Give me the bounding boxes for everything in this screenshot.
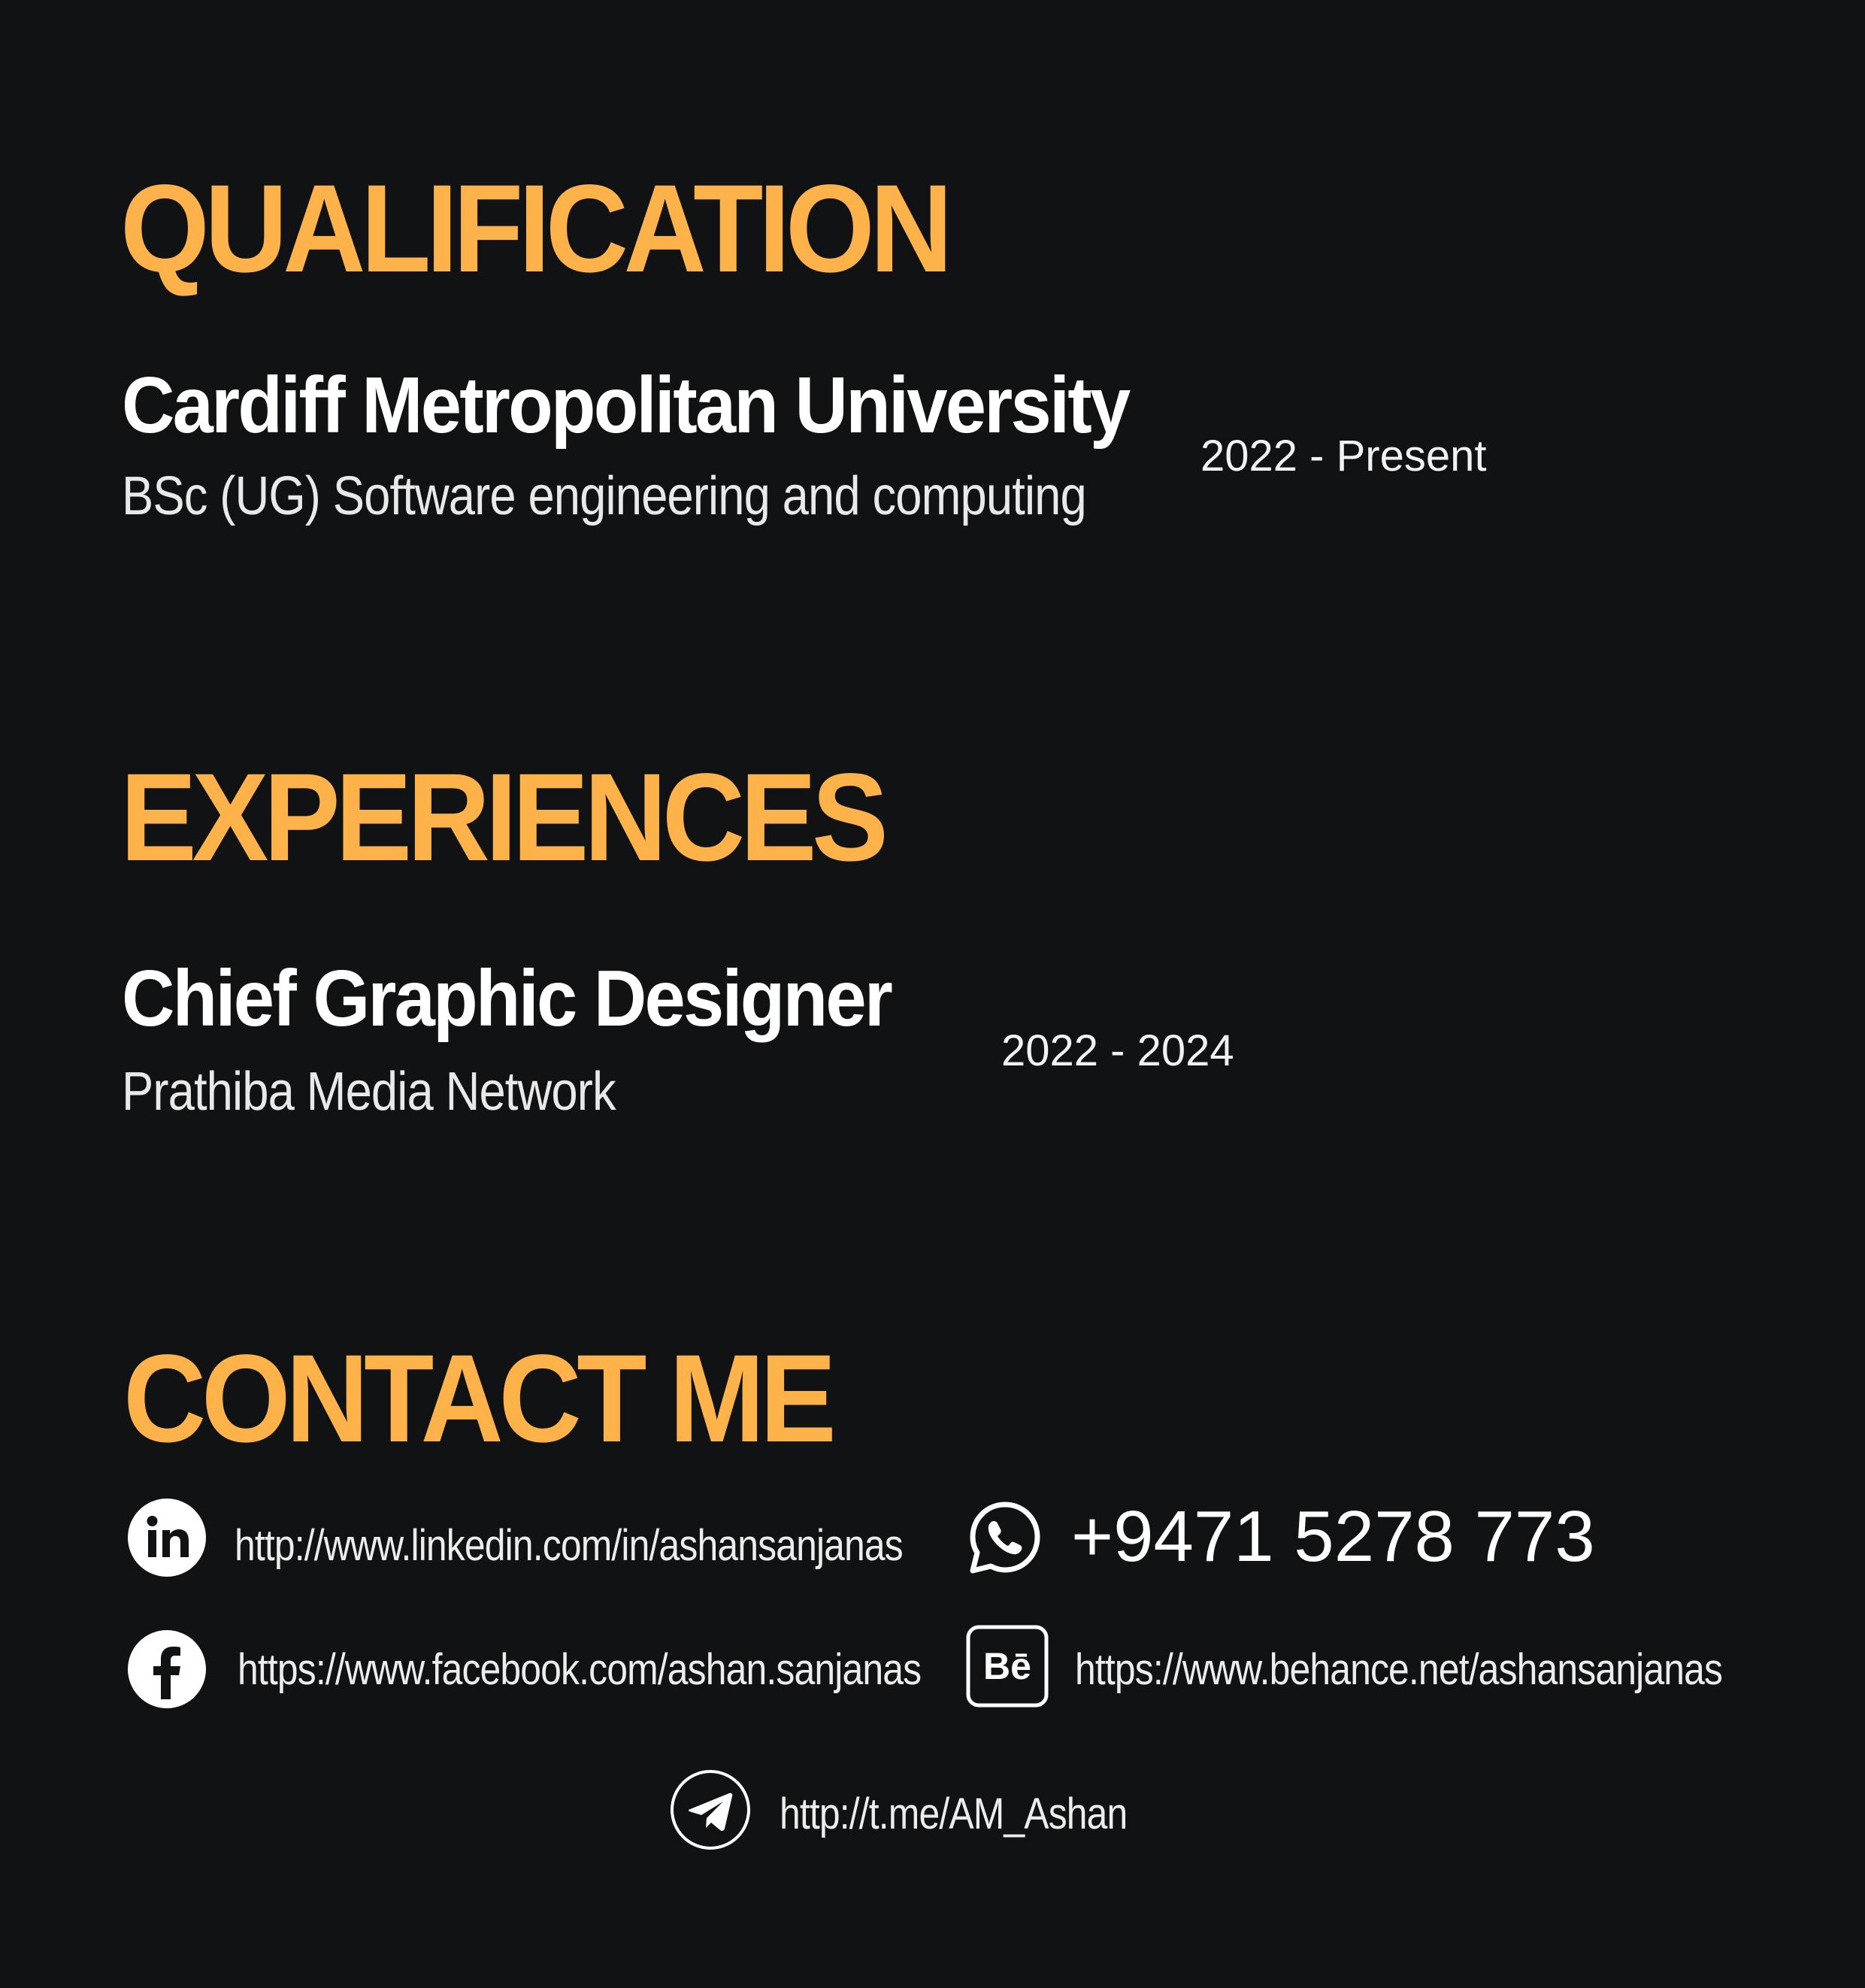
- behance-icon[interactable]: Bē: [966, 1625, 1049, 1708]
- qualification-heading: QUALIFICATION: [120, 159, 953, 299]
- facebook-icon[interactable]: [128, 1630, 206, 1708]
- telegram-icon[interactable]: [669, 1768, 752, 1851]
- qualification-institution: Cardiff Metropolitan University: [122, 361, 1131, 450]
- behance-link[interactable]: https://www.behance.net/ashansanjanas: [1075, 1648, 1723, 1692]
- linkedin-link[interactable]: http://www.linkedin.com/in/ashansanjanas: [235, 1524, 904, 1568]
- facebook-link[interactable]: https://www.facebook.com/ashan.sanjanas: [238, 1648, 922, 1692]
- qualification-degree: BSc (UG) Software engineering and comput…: [122, 466, 1087, 526]
- linkedin-icon[interactable]: [128, 1499, 206, 1577]
- experience-period: 2022 - 2024: [1001, 1026, 1234, 1075]
- whatsapp-phone[interactable]: +9471 5278 773: [1071, 1501, 1595, 1573]
- experiences-heading: EXPERIENCES: [120, 748, 889, 887]
- telegram-link[interactable]: http://t.me/AM_Ashan: [780, 1793, 1128, 1836]
- whatsapp-icon[interactable]: [966, 1499, 1044, 1577]
- experience-company: Prathiba Media Network: [122, 1062, 616, 1122]
- experience-role: Chief Graphic Designer: [122, 954, 893, 1043]
- qualification-period: 2022 - Present: [1200, 432, 1487, 480]
- svg-text:Bē: Bē: [983, 1645, 1031, 1687]
- contact-heading: CONTACT ME: [123, 1329, 837, 1468]
